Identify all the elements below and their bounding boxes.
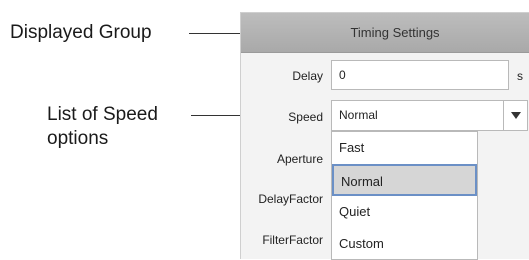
speed-label: Speed xyxy=(288,110,323,124)
aperture-label: Aperture xyxy=(276,152,323,166)
callout-displayed-group: Displayed Group xyxy=(10,22,152,43)
speed-option-quiet[interactable]: Quiet xyxy=(332,196,477,228)
speed-select[interactable]: Normal xyxy=(331,100,528,131)
speed-select-value: Normal xyxy=(339,108,378,122)
speed-option-custom[interactable]: Custom xyxy=(332,228,477,260)
delay-input[interactable]: 0 xyxy=(331,60,509,90)
callout-speed-options-line2: options xyxy=(47,128,109,149)
speed-options-list: Fast Normal Quiet Custom xyxy=(331,131,478,260)
panel-header: Timing Settings xyxy=(241,13,529,53)
delay-unit: s xyxy=(517,69,523,83)
delayfactor-label: DelayFactor xyxy=(258,192,323,206)
chevron-down-icon[interactable] xyxy=(503,101,527,130)
panel-title: Timing Settings xyxy=(350,25,440,40)
speed-option-normal[interactable]: Normal xyxy=(332,164,477,196)
timing-settings-panel: Timing Settings Delay 0 s Speed Normal A… xyxy=(240,12,529,260)
speed-option-fast[interactable]: Fast xyxy=(332,132,477,164)
delay-label: Delay xyxy=(292,69,323,83)
callout-speed-options-line1: List of Speed xyxy=(47,104,158,125)
filterfactor-label: FilterFactor xyxy=(262,233,323,247)
